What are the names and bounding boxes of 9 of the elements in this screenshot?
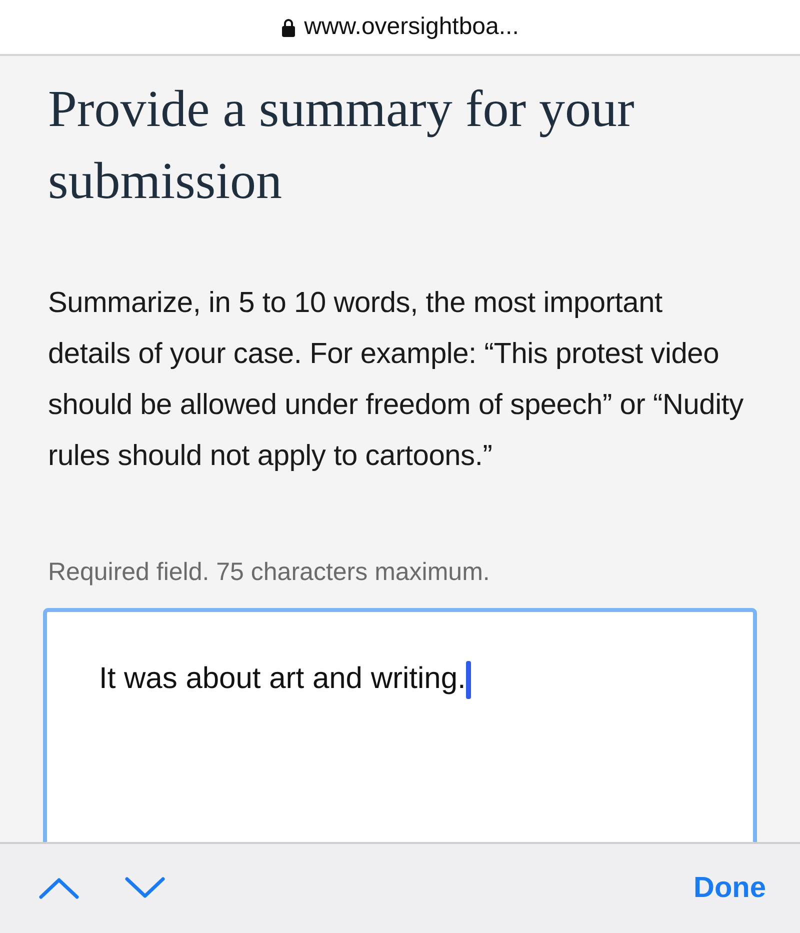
done-button[interactable]: Done — [694, 866, 766, 910]
hint-text: Required field. 75 characters maximum. — [48, 557, 491, 588]
text-cursor — [466, 660, 471, 699]
url-text[interactable]: www.oversightboa... — [304, 9, 519, 45]
description-text: Summarize, in 5 to 10 words, the most important details of your case. For example: “This protest video should be allowed under freedom of speech” or “Nudity rules should not apply to cartoons.” — [48, 286, 744, 474]
page-heading: Provide a summary for your submission — [48, 80, 636, 212]
next-field-button[interactable] — [124, 876, 166, 901]
text-field[interactable]: It was about art and writing. — [43, 608, 757, 842]
previous-field-button[interactable] — [38, 876, 80, 901]
